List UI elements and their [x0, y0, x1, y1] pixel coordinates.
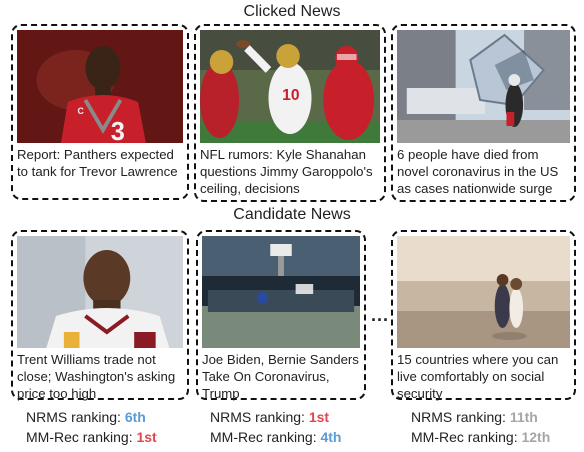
quarterback-throwing-photo: 10 [200, 30, 380, 143]
news-caption: NFL rumors: Kyle Shanahan questions Jimm… [200, 147, 373, 196]
svg-text:3: 3 [111, 118, 125, 143]
mmrec-ranking-value: 4th [320, 429, 342, 445]
candidate-news-card[interactable]: Trent Williams trade not close; Washingt… [11, 230, 189, 401]
nrms-ranking-label: NRMS ranking: [411, 409, 506, 425]
nrms-ranking-label: NRMS ranking: [26, 409, 121, 425]
candidate-news-title: Candidate News [233, 206, 351, 223]
news-caption: Joe Biden, Bernie Sanders Take On Corona… [202, 352, 359, 401]
mmrec-ranking: MM-Rec ranking: 4th [210, 428, 341, 446]
football-player-helmetless-photo [17, 236, 183, 348]
news-caption: 6 people have died from novel coronaviru… [397, 147, 559, 196]
svg-text:C: C [78, 106, 85, 116]
nrms-ranking-label: NRMS ranking: [210, 409, 305, 425]
nrms-ranking: NRMS ranking: 11th [411, 408, 538, 426]
mmrec-ranking: MM-Rec ranking: 1st [26, 428, 157, 446]
clicked-news-card[interactable]: 10 NFL rumors: Kyle Shanahan questions J… [194, 24, 386, 202]
nrms-ranking: NRMS ranking: 1st [210, 408, 329, 426]
mmrec-ranking: MM-Rec ranking: 12th [411, 428, 550, 446]
mmrec-ranking-label: MM-Rec ranking: [411, 429, 518, 445]
more-candidates-ellipsis: ... [371, 305, 390, 325]
clicked-news-title: Clicked News [243, 3, 341, 20]
empty-debate-stage-photo [202, 236, 360, 348]
mmrec-ranking-value: 1st [136, 429, 157, 445]
clicked-news-card[interactable]: 3 C Report: Panthers expected to tank fo… [11, 24, 189, 200]
nrms-ranking: NRMS ranking: 6th [26, 408, 146, 426]
mmrec-ranking-label: MM-Rec ranking: [26, 429, 133, 445]
news-caption: 15 countries where you can live comforta… [397, 352, 559, 401]
mmrec-ranking-value: 12th [521, 429, 551, 445]
clicked-news-card[interactable]: 6 people have died from novel coronaviru… [391, 24, 576, 202]
city-street-masked-pedestrian-photo [397, 30, 570, 143]
svg-text:10: 10 [282, 87, 300, 104]
mmrec-ranking-label: MM-Rec ranking: [210, 429, 317, 445]
nrms-ranking-value: 1st [308, 409, 330, 425]
news-caption: Report: Panthers expected to tank for Tr… [17, 147, 178, 179]
football-player-red-jersey-photo: 3 C [17, 30, 183, 143]
nrms-ranking-value: 6th [124, 409, 146, 425]
candidate-news-card[interactable]: Joe Biden, Bernie Sanders Take On Corona… [196, 230, 366, 401]
candidate-news-card[interactable]: 15 countries where you can live comforta… [391, 230, 576, 401]
nrms-ranking-value: 11th [509, 409, 538, 425]
news-caption: Trent Williams trade not close; Washingt… [17, 352, 176, 401]
couple-on-beach-photo [397, 236, 570, 348]
